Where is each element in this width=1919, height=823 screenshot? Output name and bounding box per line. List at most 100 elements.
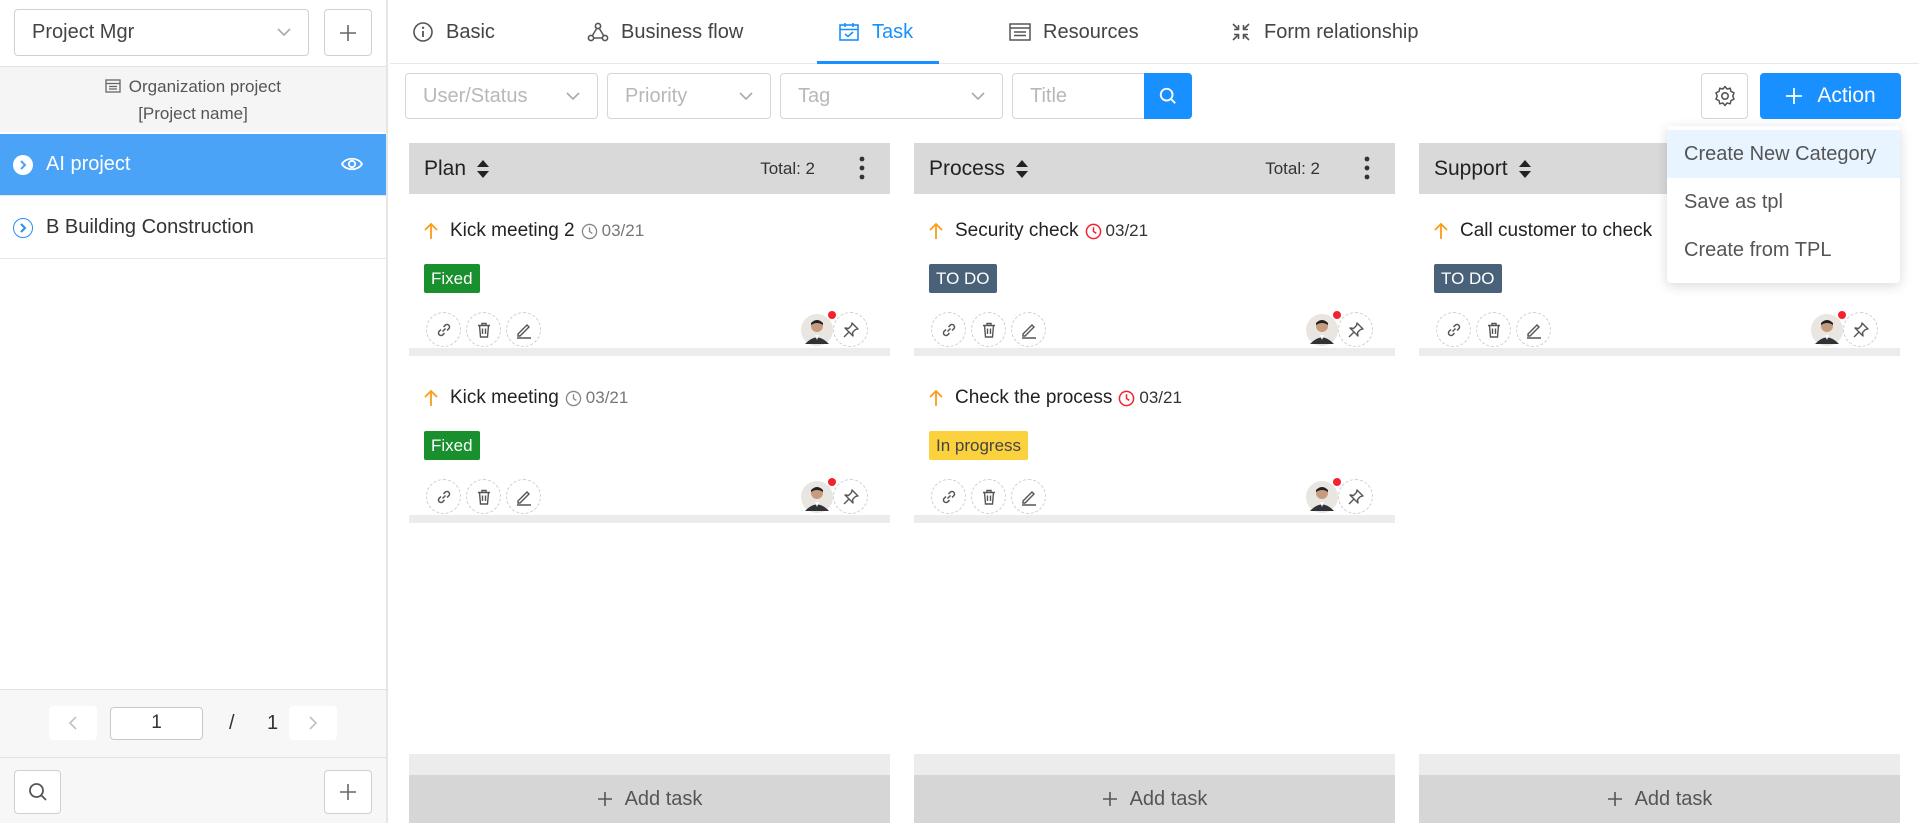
avatar[interactable] <box>801 310 837 346</box>
search-project-button[interactable] <box>14 770 61 814</box>
menu-item-create-from-tpl[interactable]: Create from TPL <box>1667 226 1900 274</box>
tab-resources[interactable]: Resources <box>1009 0 1139 64</box>
task-card[interactable]: Security check 03/21 TO DO <box>914 194 1395 356</box>
add-task-button[interactable]: Add task <box>1419 775 1900 823</box>
plus-icon <box>1102 792 1117 806</box>
user-status-select[interactable]: User/Status <box>405 73 598 119</box>
edit-button[interactable] <box>506 312 541 347</box>
trash-icon <box>1487 322 1500 338</box>
link-button[interactable] <box>931 479 966 514</box>
avatar[interactable] <box>1811 310 1847 346</box>
pin-button[interactable] <box>1338 312 1373 347</box>
add-button[interactable] <box>324 770 372 814</box>
project-item-building[interactable]: B Building Construction <box>0 197 386 259</box>
avatar[interactable] <box>1306 477 1342 513</box>
pin-icon <box>843 321 859 337</box>
edit-button[interactable] <box>1516 312 1551 347</box>
title-placeholder: Title <box>1030 84 1068 107</box>
status-badge: Fixed <box>424 431 480 460</box>
action-button[interactable]: Action <box>1760 73 1901 119</box>
edit-button[interactable] <box>1011 312 1046 347</box>
pin-icon <box>843 488 859 504</box>
more-vertical-icon[interactable] <box>858 155 866 181</box>
chevron-right-circle-icon <box>13 218 33 238</box>
priority-placeholder: Priority <box>625 84 688 107</box>
page-number-input[interactable]: 1 <box>110 707 203 740</box>
link-button[interactable] <box>1436 312 1471 347</box>
project-select[interactable]: Project Mgr <box>14 9 309 56</box>
sort-icon[interactable] <box>476 159 490 179</box>
title-search-input[interactable]: Title <box>1012 73 1146 119</box>
sidebar-pager: 1 / 1 <box>0 689 386 757</box>
pin-button[interactable] <box>833 479 868 514</box>
arrow-up-icon <box>929 222 943 239</box>
link-button[interactable] <box>931 312 966 347</box>
sort-icon[interactable] <box>1015 159 1029 179</box>
tab-label: Form relationship <box>1264 20 1419 43</box>
link-icon <box>437 323 450 336</box>
list-icon <box>1009 23 1031 41</box>
delete-button[interactable] <box>466 312 501 347</box>
clock-icon <box>1085 223 1101 239</box>
link-button[interactable] <box>426 479 461 514</box>
menu-item-save-as-tpl[interactable]: Save as tpl <box>1667 178 1900 226</box>
next-page-button[interactable] <box>289 706 337 740</box>
pencil-icon <box>1526 323 1541 339</box>
sidebar-footer <box>0 757 386 823</box>
column-body: Security check 03/21 TO DO Check the pro… <box>914 194 1395 754</box>
avatar[interactable] <box>801 477 837 513</box>
column-total: Total: 2 <box>1265 159 1320 178</box>
column-plan: Plan Total: 2 Kick meeting 2 03/21 Fixed <box>409 143 890 823</box>
tab-task[interactable]: Task <box>838 0 913 64</box>
delete-button[interactable] <box>971 312 1006 347</box>
trash-icon <box>477 489 490 505</box>
search-button[interactable] <box>1144 73 1192 119</box>
pin-button[interactable] <box>1843 312 1878 347</box>
task-date: 03/21 <box>601 221 645 240</box>
status-badge: In progress <box>929 431 1029 460</box>
info-icon <box>413 22 433 42</box>
edit-button[interactable] <box>506 479 541 514</box>
clock-icon <box>565 390 582 406</box>
delete-button[interactable] <box>1476 312 1511 347</box>
task-card[interactable]: Kick meeting 03/21 Fixed <box>409 361 890 523</box>
more-vertical-icon[interactable] <box>1363 155 1371 181</box>
pencil-icon <box>516 323 531 339</box>
avatar[interactable] <box>1306 310 1342 346</box>
pin-button[interactable] <box>1338 479 1373 514</box>
task-card[interactable]: Kick meeting 2 03/21 Fixed <box>409 194 890 356</box>
arrow-up-icon <box>1434 222 1448 239</box>
delete-button[interactable] <box>971 479 1006 514</box>
project-item-label: AI project <box>46 153 131 175</box>
link-button[interactable] <box>426 312 461 347</box>
sort-icon[interactable] <box>1518 159 1532 179</box>
status-badge: TO DO <box>1434 264 1502 293</box>
user-status-placeholder: User/Status <box>423 84 528 107</box>
priority-select[interactable]: Priority <box>607 73 771 119</box>
delete-button[interactable] <box>466 479 501 514</box>
edit-button[interactable] <box>1011 479 1046 514</box>
menu-item-create-new-category[interactable]: Create New Category <box>1667 130 1900 178</box>
column-title: Plan <box>424 156 467 180</box>
link-icon <box>437 490 450 503</box>
settings-button[interactable] <box>1701 73 1748 119</box>
task-card[interactable]: Check the process 03/21 In progress <box>914 361 1395 523</box>
search-icon <box>28 783 47 801</box>
eye-icon[interactable] <box>340 154 364 174</box>
page-total: 1 <box>267 712 279 734</box>
project-item-ai[interactable]: AI project <box>0 134 386 196</box>
tab-form-relationship[interactable]: Form relationship <box>1230 0 1419 64</box>
pin-button[interactable] <box>833 312 868 347</box>
prev-page-button[interactable] <box>49 706 97 740</box>
chevron-down-icon <box>566 92 580 101</box>
add-task-button[interactable]: Add task <box>914 775 1395 823</box>
add-task-label: Add task <box>1634 787 1713 810</box>
tab-business-flow[interactable]: Business flow <box>587 0 743 64</box>
clock-icon <box>1119 390 1135 406</box>
pencil-icon <box>1021 490 1036 506</box>
add-task-button[interactable]: Add task <box>409 775 890 823</box>
tag-select[interactable]: Tag <box>780 73 1003 119</box>
add-project-button[interactable] <box>324 9 372 56</box>
pin-icon <box>1853 321 1869 337</box>
tab-basic[interactable]: Basic <box>412 0 495 64</box>
